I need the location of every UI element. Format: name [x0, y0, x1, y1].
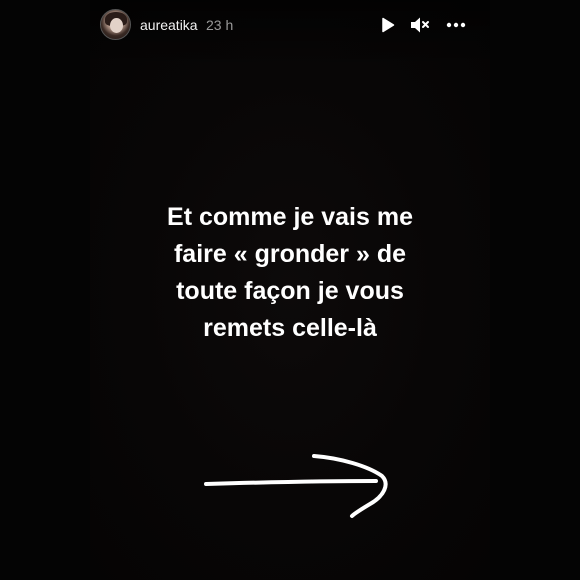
avatar[interactable]	[100, 9, 131, 40]
caption-line: Et comme je vais me	[167, 203, 413, 231]
left-backdrop	[0, 0, 90, 580]
story-header: aureatika 23 h	[90, 8, 490, 42]
hand-drawn-arrow-icon	[204, 454, 388, 518]
username-link[interactable]: aureatika	[140, 17, 198, 33]
story-frame[interactable]: aureatika 23 h Et comme je vais me faire…	[90, 0, 490, 580]
play-icon	[382, 17, 395, 33]
story-timestamp: 23 h	[206, 17, 234, 33]
more-horizontal-icon	[446, 22, 466, 28]
speaker-muted-icon	[411, 17, 429, 33]
more-options-button[interactable]	[445, 14, 467, 36]
caption-line: remets celle-là	[203, 314, 377, 342]
avatar-face	[110, 18, 123, 33]
play-button[interactable]	[377, 14, 399, 36]
caption-line: toute façon je vous	[176, 277, 404, 305]
mute-button[interactable]	[409, 14, 431, 36]
caption-line: faire « gronder » de	[173, 240, 407, 268]
story-viewer: aureatika 23 h Et comme je vais me faire…	[0, 0, 580, 580]
right-backdrop	[490, 0, 580, 580]
story-caption: Et comme je vais me faire « gronder » de…	[110, 199, 470, 347]
